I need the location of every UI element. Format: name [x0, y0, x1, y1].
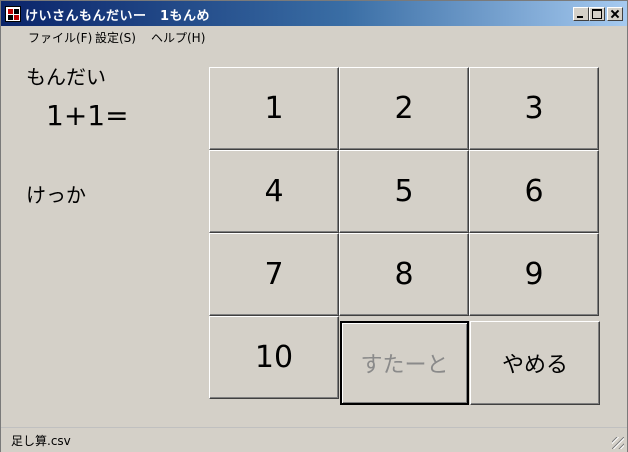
- close-icon[interactable]: [607, 7, 623, 21]
- answer-button-9[interactable]: 9: [469, 233, 599, 316]
- maximize-icon[interactable]: [589, 7, 605, 21]
- menu-help[interactable]: ヘルプ(H): [151, 29, 205, 46]
- answer-button-grid: 1 2 3 4 5 6 7 8 9 10 すたーと やめる: [209, 67, 601, 407]
- answer-button-7[interactable]: 7: [209, 233, 339, 316]
- problem-text: 1+1=: [46, 99, 129, 132]
- answer-button-8[interactable]: 8: [339, 233, 469, 316]
- status-bar: 足し算.csv: [1, 427, 627, 452]
- answer-button-4[interactable]: 4: [209, 150, 339, 233]
- answer-button-3[interactable]: 3: [469, 67, 599, 150]
- answer-button-6[interactable]: 6: [469, 150, 599, 233]
- resize-grip-icon[interactable]: [612, 437, 624, 449]
- menu-bar: ファイル(F) 設定(S) ヘルプ(H): [1, 26, 627, 47]
- start-button[interactable]: すたーと: [340, 321, 469, 405]
- app-window: けいさんもんだいー 1もんめ ファイル(F) 設定(S) ヘルプ(H) もんだい…: [0, 0, 628, 452]
- answer-button-2[interactable]: 2: [339, 67, 469, 150]
- status-file-name: 足し算.csv: [11, 434, 71, 448]
- answer-button-1[interactable]: 1: [209, 67, 339, 150]
- title-bar[interactable]: けいさんもんだいー 1もんめ: [1, 1, 627, 26]
- minimize-icon[interactable]: [573, 7, 589, 21]
- menu-settings[interactable]: 設定(S): [95, 29, 136, 46]
- stop-button[interactable]: やめる: [470, 321, 600, 405]
- app-icon[interactable]: [5, 6, 21, 22]
- window-title: けいさんもんだいー 1もんめ: [25, 9, 211, 24]
- result-heading: けっか: [26, 183, 86, 207]
- problem-heading: もんだい: [26, 65, 106, 89]
- answer-button-5[interactable]: 5: [339, 150, 469, 233]
- answer-button-10[interactable]: 10: [209, 316, 339, 399]
- menu-file[interactable]: ファイル(F): [28, 29, 92, 46]
